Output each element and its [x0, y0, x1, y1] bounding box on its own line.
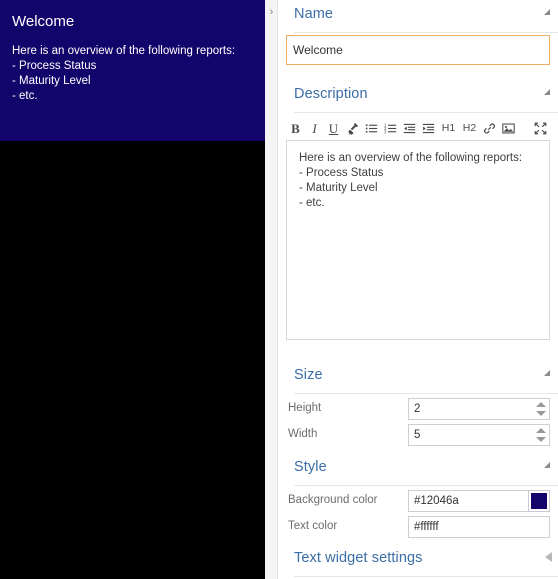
dashboard-canvas: Welcome Here is an overview of the follo… — [0, 0, 265, 579]
text-widget-preview[interactable]: Welcome Here is an overview of the follo… — [0, 0, 265, 141]
row-height: Height — [286, 398, 550, 422]
bold-icon[interactable]: B — [286, 118, 305, 138]
expand-arrow-icon — [545, 552, 552, 562]
section-title-description: Description — [294, 86, 368, 102]
section-expand-text-widget-settings-button[interactable] — [542, 550, 556, 564]
row-width: Width — [286, 424, 550, 448]
text-color-label: Text color — [288, 520, 338, 532]
section-collapse-size-button[interactable] — [542, 367, 556, 381]
stepper-down-icon[interactable] — [535, 411, 546, 416]
widget-body-line: - Maturity Level — [12, 75, 91, 87]
description-line: - etc. — [299, 197, 325, 209]
description-line: - Process Status — [299, 167, 384, 179]
heading-1-icon[interactable]: H1 — [438, 118, 459, 138]
section-header-style: Style — [294, 455, 558, 486]
widget-title: Welcome — [12, 13, 75, 30]
section-collapse-style-button[interactable] — [542, 459, 556, 473]
height-input[interactable] — [408, 398, 550, 420]
width-stepper[interactable] — [535, 426, 546, 444]
rich-text-toolbar: B I U 123 H1 H2 — [286, 116, 550, 140]
background-color-input[interactable] — [408, 490, 530, 512]
widget-body-line: Here is an overview of the following rep… — [12, 45, 236, 57]
panel-splitter[interactable] — [265, 0, 278, 579]
stepper-down-icon[interactable] — [535, 437, 546, 442]
outdent-icon[interactable] — [400, 118, 419, 138]
section-collapse-name-button[interactable] — [542, 6, 556, 20]
svg-text:3: 3 — [384, 129, 387, 134]
heading-2-icon[interactable]: H2 — [459, 118, 480, 138]
italic-icon[interactable]: I — [305, 118, 324, 138]
collapse-arrow-icon — [544, 462, 550, 468]
section-header-description: Description — [294, 82, 558, 113]
text-color-input[interactable] — [408, 516, 550, 538]
name-input[interactable] — [286, 35, 550, 65]
properties-panel: Name Description B I U 123 H1 H2 — [278, 0, 558, 579]
stepper-up-icon[interactable] — [535, 428, 546, 433]
stepper-up-icon[interactable] — [535, 402, 546, 407]
section-title-size: Size — [294, 367, 323, 383]
row-background-color: Background color — [286, 490, 550, 514]
section-collapse-description-button[interactable] — [542, 86, 556, 100]
ordered-list-icon[interactable]: 123 — [381, 118, 400, 138]
background-color-label: Background color — [288, 494, 378, 506]
section-title-name: Name — [294, 6, 334, 22]
section-header-size: Size — [294, 363, 558, 394]
indent-icon[interactable] — [419, 118, 438, 138]
widget-body-line: - etc. — [12, 90, 38, 102]
collapse-arrow-icon — [544, 370, 550, 376]
description-line: - Maturity Level — [299, 182, 378, 194]
width-input[interactable] — [408, 424, 550, 446]
image-icon[interactable] — [499, 118, 518, 138]
link-icon[interactable] — [480, 118, 499, 138]
background-color-swatch[interactable] — [528, 490, 550, 512]
description-line: Here is an overview of the following rep… — [299, 152, 523, 164]
unordered-list-icon[interactable] — [362, 118, 381, 138]
height-label: Height — [288, 402, 322, 414]
underline-icon[interactable]: U — [324, 118, 343, 138]
width-label: Width — [288, 428, 318, 440]
widget-body-line: - Process Status — [12, 60, 97, 72]
section-header-text-widget-settings: Text widget settings — [294, 546, 558, 577]
row-text-color: Text color — [286, 516, 550, 540]
section-title-style: Style — [294, 459, 327, 475]
section-title-text-widget-settings: Text widget settings — [294, 550, 423, 566]
collapse-arrow-icon — [544, 9, 550, 15]
fullscreen-icon[interactable] — [531, 118, 550, 138]
collapse-panel-chevron-icon[interactable]: › — [265, 2, 278, 22]
section-header-name: Name — [294, 2, 558, 33]
height-stepper[interactable] — [535, 400, 546, 418]
collapse-arrow-icon — [544, 89, 550, 95]
description-richtext-editor[interactable]: Here is an overview of the following rep… — [286, 140, 550, 340]
format-painter-icon[interactable] — [343, 118, 362, 138]
swatch-fill — [531, 493, 547, 509]
